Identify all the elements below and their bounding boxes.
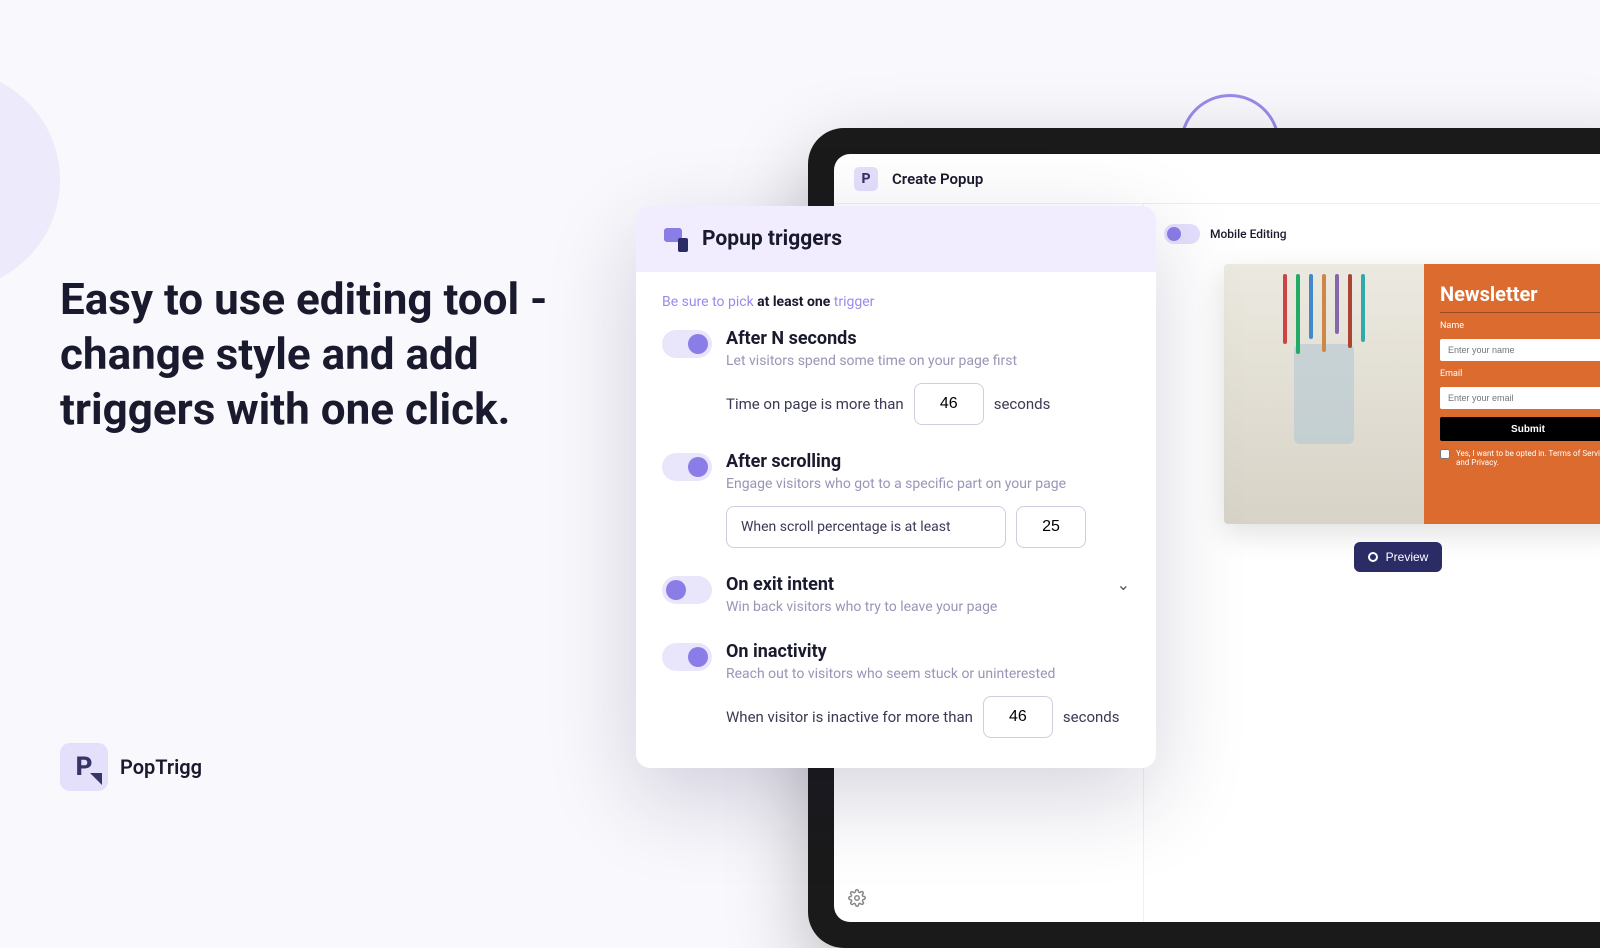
inactivity-label-before: When visitor is inactive for more than bbox=[726, 708, 973, 726]
email-input[interactable] bbox=[1440, 387, 1600, 409]
after-seconds-value[interactable] bbox=[914, 383, 984, 425]
triggers-icon bbox=[662, 226, 688, 252]
appbar-title: Create Popup bbox=[892, 170, 983, 188]
inactivity-desc: Reach out to visitors who seem stuck or … bbox=[726, 666, 1055, 682]
preview-button-label: Preview bbox=[1386, 550, 1429, 564]
triggers-panel: Popup triggers Be sure to pick at least … bbox=[636, 206, 1156, 768]
mobile-editing-row: Mobile Editing bbox=[1164, 224, 1600, 244]
inactivity-title: On inactivity bbox=[726, 641, 1055, 662]
preview-icon bbox=[1368, 552, 1378, 562]
after-seconds-title: After N seconds bbox=[726, 328, 1017, 349]
after-scrolling-toggle[interactable] bbox=[662, 453, 712, 481]
mobile-editing-label: Mobile Editing bbox=[1210, 227, 1287, 241]
headline: Easy to use editing tool - change style … bbox=[60, 272, 600, 437]
consent-row: Yes, I want to be opted in. Terms of Ser… bbox=[1440, 449, 1600, 467]
triggers-header: Popup triggers bbox=[636, 206, 1156, 272]
after-seconds-desc: Let visitors spend some time on your pag… bbox=[726, 353, 1017, 369]
after-seconds-label-after: seconds bbox=[994, 395, 1051, 413]
submit-button[interactable]: Submit bbox=[1440, 417, 1600, 441]
after-seconds-toggle[interactable] bbox=[662, 330, 712, 358]
scroll-percent-value[interactable] bbox=[1016, 506, 1086, 548]
inactivity-label-after: seconds bbox=[1063, 708, 1120, 726]
preview-form: Newsletter Name Email Submit Yes, I want… bbox=[1424, 264, 1600, 524]
name-input[interactable] bbox=[1440, 339, 1600, 361]
scroll-condition-select[interactable]: When scroll percentage is at least bbox=[726, 506, 1006, 548]
popup-preview: Newsletter Name Email Submit Yes, I want… bbox=[1224, 264, 1600, 524]
after-scrolling-desc: Engage visitors who got to a specific pa… bbox=[726, 476, 1066, 492]
app-logo-icon: P bbox=[854, 167, 878, 191]
trigger-after-seconds: After N seconds Let visitors spend some … bbox=[662, 328, 1130, 425]
after-seconds-label-before: Time on page is more than bbox=[726, 395, 904, 413]
chevron-down-icon[interactable]: ⌄ bbox=[1117, 575, 1130, 594]
brand: P PopTrigg bbox=[60, 743, 202, 791]
brand-name: PopTrigg bbox=[120, 755, 202, 779]
exit-intent-desc: Win back visitors who try to leave your … bbox=[726, 599, 1130, 615]
right-panel: Mobile Editing bbox=[1144, 204, 1600, 922]
email-label: Email bbox=[1440, 369, 1600, 379]
trigger-exit-intent: On exit intent ⌄ Win back visitors who t… bbox=[662, 574, 1130, 615]
triggers-hint: Be sure to pick at least one trigger bbox=[662, 294, 1130, 310]
triggers-title: Popup triggers bbox=[702, 227, 842, 251]
name-label: Name bbox=[1440, 321, 1600, 331]
preview-image bbox=[1224, 264, 1424, 524]
newsletter-title: Newsletter bbox=[1440, 282, 1600, 313]
mobile-editing-toggle[interactable] bbox=[1164, 224, 1200, 244]
app-bar: P Create Popup bbox=[834, 154, 1600, 204]
after-scrolling-title: After scrolling bbox=[726, 451, 1066, 472]
inactivity-value[interactable] bbox=[983, 696, 1053, 738]
consent-text: Yes, I want to be opted in. Terms of Ser… bbox=[1456, 449, 1600, 467]
consent-checkbox[interactable] bbox=[1440, 449, 1450, 459]
exit-intent-toggle[interactable] bbox=[662, 576, 712, 604]
exit-intent-title: On exit intent bbox=[726, 574, 834, 595]
trigger-after-scrolling: After scrolling Engage visitors who got … bbox=[662, 451, 1130, 548]
brand-logo: P bbox=[60, 743, 108, 791]
decor-circle bbox=[0, 70, 60, 290]
trigger-inactivity: On inactivity Reach out to visitors who … bbox=[662, 641, 1130, 738]
preview-button[interactable]: Preview bbox=[1354, 542, 1443, 572]
inactivity-toggle[interactable] bbox=[662, 643, 712, 671]
